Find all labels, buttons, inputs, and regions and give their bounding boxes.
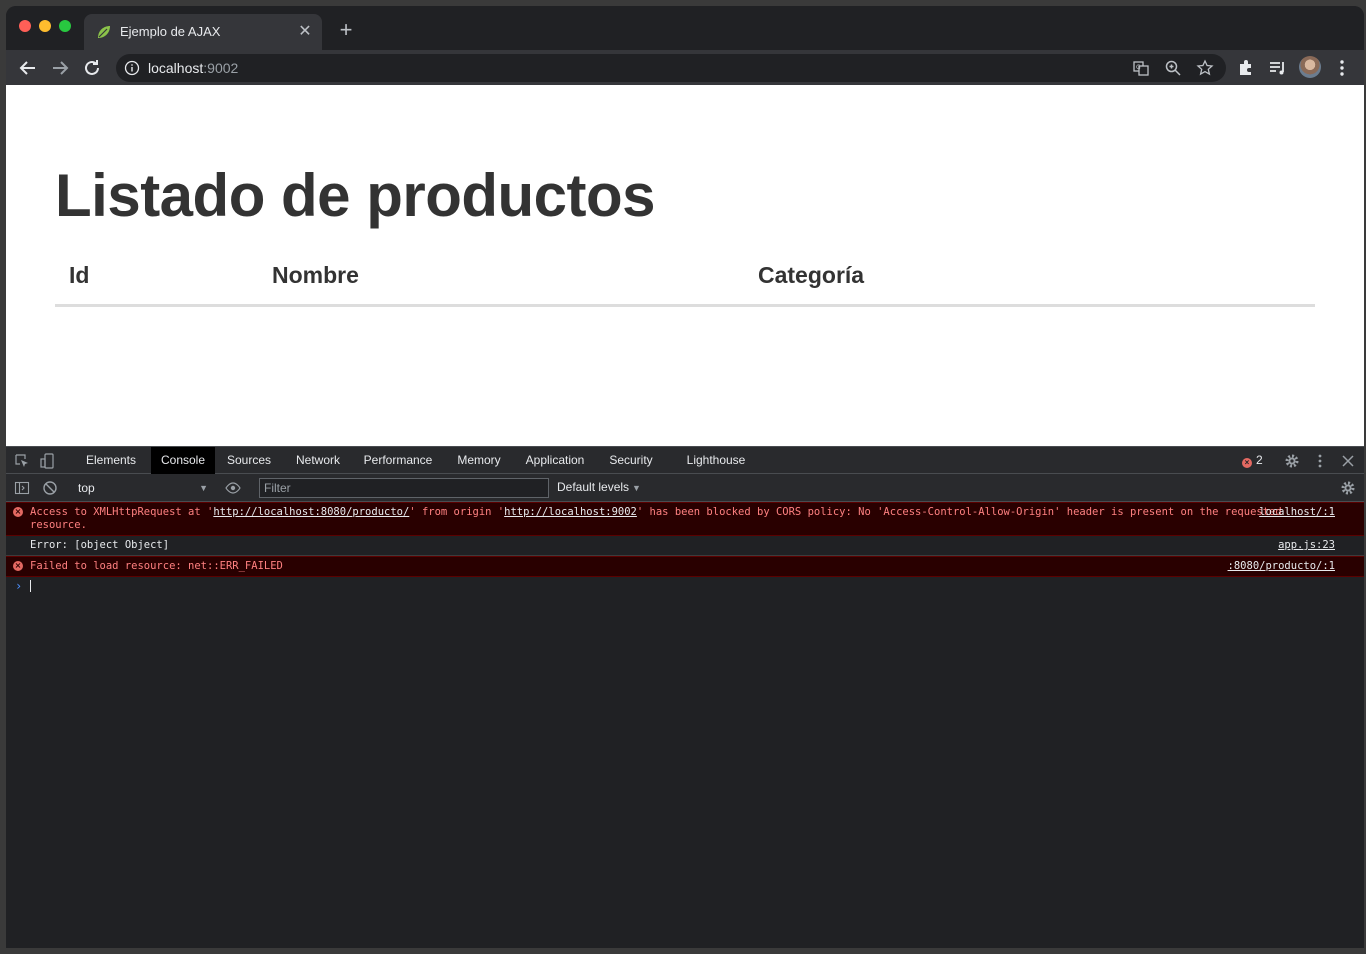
text-caret: [30, 580, 31, 592]
message-part: Access to XMLHttpRequest at ': [30, 506, 214, 518]
translate-icon[interactable]: G: [1132, 59, 1150, 77]
tab-performance[interactable]: Performance: [358, 447, 438, 474]
error-icon: ×: [13, 561, 23, 571]
eye-icon[interactable]: [225, 480, 241, 496]
message-source-link[interactable]: :8080/producto/:1: [1228, 560, 1335, 573]
tab-sources[interactable]: Sources: [221, 447, 277, 474]
error-icon: ×: [13, 507, 23, 517]
log-levels-label: Default levels: [557, 480, 630, 494]
log-levels-dropdown[interactable]: Default levels ▼: [557, 480, 641, 494]
error-icon: ×: [1242, 458, 1252, 468]
window-close-button[interactable]: [19, 20, 31, 32]
message-link[interactable]: http://localhost:9002: [504, 506, 637, 518]
address-bar[interactable]: localhost:9002 G: [116, 54, 1226, 82]
console-log-message: Error: [object Object] app.js:23: [6, 536, 1364, 556]
sidebar-toggle-icon[interactable]: [14, 480, 30, 496]
profile-avatar[interactable]: [1299, 56, 1321, 78]
console-output: × Access to XMLHttpRequest at 'http://lo…: [6, 502, 1364, 595]
info-icon[interactable]: [124, 60, 140, 76]
zoom-icon[interactable]: [1164, 59, 1182, 77]
message-source-link[interactable]: app.js:23: [1278, 539, 1335, 552]
page-title: Listado de productos: [55, 162, 656, 229]
chevron-down-icon: ▼: [632, 483, 641, 493]
tab-close-icon[interactable]: ✕: [296, 23, 314, 41]
tab-security[interactable]: Security: [603, 447, 659, 474]
tab-elements[interactable]: Elements: [81, 447, 141, 474]
browser-toolbar: localhost:9002 G: [6, 50, 1364, 85]
window-minimize-button[interactable]: [39, 20, 51, 32]
url-host: localhost: [148, 60, 204, 76]
message-text: Error: [object Object]: [30, 539, 170, 551]
more-options-icon[interactable]: [1312, 453, 1328, 469]
console-error-message: × Failed to load resource: net::ERR_FAIL…: [6, 556, 1364, 577]
tab-console[interactable]: Console: [151, 447, 215, 474]
tab-title: Ejemplo de AJAX: [120, 24, 221, 39]
leaf-icon: [98, 26, 110, 38]
table-header-id: Id: [69, 262, 90, 288]
close-icon[interactable]: [1340, 453, 1356, 469]
tab-memory[interactable]: Memory: [451, 447, 507, 474]
clear-console-icon[interactable]: [42, 480, 58, 496]
new-tab-button[interactable]: +: [336, 19, 356, 41]
error-count: 2: [1256, 453, 1263, 467]
inspect-element-icon[interactable]: [14, 453, 30, 469]
device-toolbar-icon[interactable]: [40, 453, 56, 469]
media-queue-icon[interactable]: [1268, 58, 1288, 78]
back-arrow-icon[interactable]: [16, 56, 40, 80]
svg-text:G: G: [1136, 64, 1141, 71]
message-source-link[interactable]: localhost/:1: [1259, 506, 1335, 519]
page-viewport: Listado de productos Id Nombre Categoría: [6, 85, 1364, 446]
browser-window: Ejemplo de AJAX ✕ + localhost:9002 G Lis…: [6, 6, 1364, 948]
console-error-message: × Access to XMLHttpRequest at 'http://lo…: [6, 502, 1364, 536]
tab-strip: Ejemplo de AJAX ✕ +: [6, 6, 1364, 50]
message-text: Failed to load resource: net::ERR_FAILED: [30, 560, 283, 572]
url-text: localhost:9002: [148, 60, 238, 76]
devtools-tab-bar: Elements Console Sources Network Perform…: [6, 447, 1364, 474]
table-header-divider: [55, 304, 1315, 307]
forward-arrow-icon[interactable]: [48, 56, 72, 80]
tab-network[interactable]: Network: [289, 447, 347, 474]
gear-icon[interactable]: [1284, 453, 1300, 469]
chevron-right-icon: ›: [15, 579, 23, 593]
chevron-down-icon: ▼: [199, 483, 208, 493]
console-filter-bar: top ▼ Default levels▼: [6, 474, 1364, 502]
devtools-panel: Elements Console Sources Network Perform…: [6, 446, 1364, 948]
star-bookmark-icon[interactable]: [1196, 59, 1214, 77]
extensions-puzzle-icon[interactable]: [1236, 58, 1256, 78]
message-text: Access to XMLHttpRequest at 'http://loca…: [6, 503, 1364, 535]
kebab-menu-icon[interactable]: [1332, 58, 1352, 78]
context-value: top: [78, 481, 95, 495]
message-link[interactable]: http://localhost:8080/producto/: [213, 506, 409, 518]
message-part: ' from origin ': [409, 506, 505, 518]
table-header-nombre: Nombre: [272, 262, 359, 288]
tab-lighthouse[interactable]: Lighthouse: [679, 447, 753, 474]
table-header-categoria: Categoría: [758, 262, 865, 288]
tab-application[interactable]: Application: [519, 447, 591, 474]
console-settings-gear-icon[interactable]: [1340, 480, 1356, 496]
console-prompt[interactable]: ›: [6, 577, 1364, 595]
reload-icon[interactable]: [80, 56, 104, 80]
window-maximize-button[interactable]: [59, 20, 71, 32]
browser-tab[interactable]: Ejemplo de AJAX ✕: [84, 14, 322, 50]
url-port: :9002: [203, 60, 239, 76]
filter-input[interactable]: [259, 478, 549, 498]
context-select[interactable]: top ▼: [72, 479, 212, 497]
error-count-badge[interactable]: × 2: [1242, 453, 1263, 468]
